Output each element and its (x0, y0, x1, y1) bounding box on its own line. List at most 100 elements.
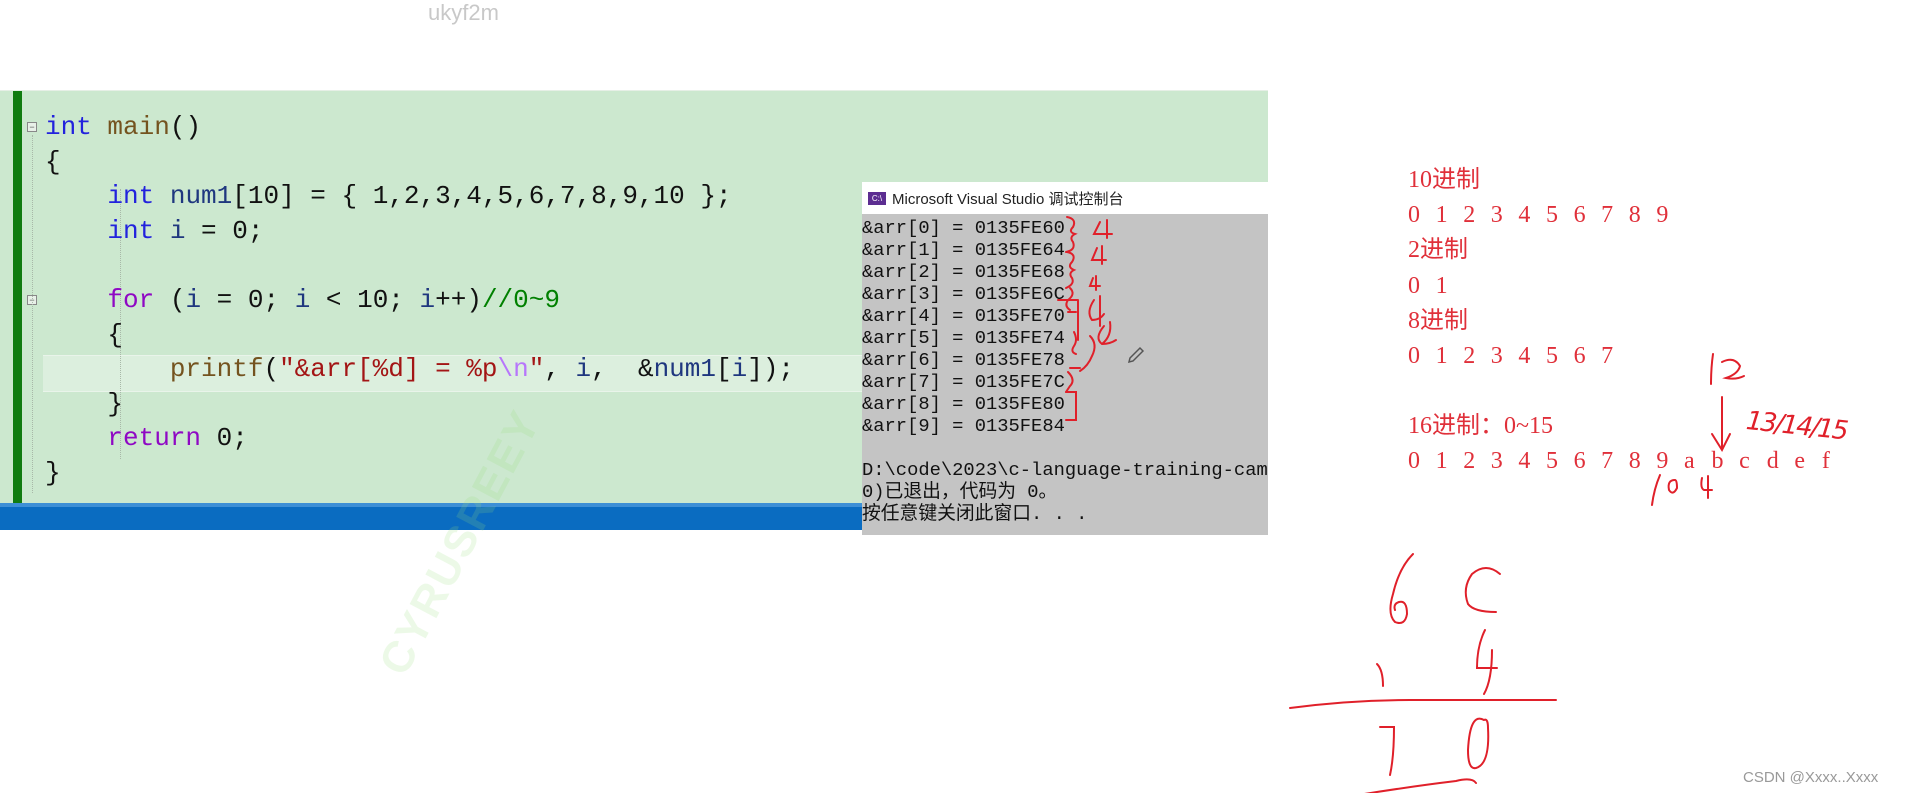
code-token: int (107, 181, 155, 212)
digit: b (1711, 448, 1724, 475)
code-token: [ (716, 354, 732, 385)
code-line[interactable]: int main() (0, 110, 794, 145)
code-line[interactable] (0, 248, 794, 283)
digit: a (1683, 448, 1695, 475)
digit: 4 (1518, 448, 1531, 475)
code-line[interactable]: for (i = 0; i < 10; i++)//0~9 (0, 283, 794, 318)
code-token: i (169, 215, 186, 246)
digit: 8 (1628, 202, 1641, 229)
digit: 1 (1435, 202, 1448, 229)
code-token: { (45, 319, 124, 350)
digit: 9 (1656, 202, 1669, 229)
hex-digits: 0123456789abcdef (1408, 444, 1850, 479)
digit: 9 (1656, 448, 1669, 475)
octal-label: 8进制 (1408, 307, 1468, 334)
code-token: i (419, 284, 436, 315)
octal-digits: 01234567 (1408, 339, 1850, 374)
console-line: 按任意键关闭此窗口. . . (862, 503, 1088, 525)
digit: 2 (1463, 448, 1476, 475)
code-token: return (107, 423, 202, 454)
code-token: ( (154, 284, 186, 315)
watermark-text: ukyf2m (428, 0, 499, 25)
code-token: 0; (201, 423, 248, 454)
code-line[interactable]: } (0, 456, 794, 491)
digit: 2 (1463, 342, 1476, 369)
digit: 0 (1408, 202, 1420, 229)
digit: 0 (1408, 272, 1420, 299)
console-line: 0)已退出，代码为 0。 (862, 481, 1058, 503)
code-line[interactable]: return 0; (0, 421, 794, 456)
code-line[interactable]: printf("&arr[%d] = %p\n", i, &num1[i]); (0, 352, 794, 387)
code-token: " (528, 354, 545, 385)
digit: 5 (1545, 448, 1558, 475)
code-token: < 10; (310, 284, 420, 315)
code-token: "&arr[%d] = %p (279, 354, 498, 385)
code-line[interactable]: int i = 0; (0, 214, 794, 249)
binary-digits: 01 (1408, 269, 1850, 304)
code-token: //0~9 (481, 284, 560, 315)
code-line[interactable]: { (0, 318, 794, 353)
digit: 7 (1601, 342, 1614, 369)
code-text[interactable]: int main(){ int num1[10] = { 1,2,3,4,5,6… (0, 110, 794, 491)
code-token: () (169, 112, 202, 142)
decimal-digits: 0123456789 (1408, 198, 1850, 233)
code-token: int (45, 112, 92, 142)
digit: 1 (1435, 448, 1448, 475)
footer-attribution: CSDN @Xxxx..Xxxx (1743, 769, 1879, 786)
digit: c (1739, 448, 1750, 475)
console-line: &arr[5] = 0135FE74 (862, 327, 1065, 349)
status-bar (0, 503, 862, 530)
digit: e (1794, 448, 1805, 475)
code-token: { (45, 146, 61, 177)
code-token: ]); (747, 354, 795, 385)
code-token: i (294, 284, 311, 315)
code-line[interactable]: { (0, 145, 794, 180)
code-token: } (45, 457, 61, 488)
hex-addition-sketch (1289, 553, 1557, 793)
console-line: &arr[6] = 0135FE78 (862, 349, 1065, 371)
code-token: \n (497, 354, 529, 385)
console-line: D:\code\2023\c-language-training-cam (862, 459, 1268, 481)
digit: 8 (1628, 448, 1641, 475)
console-line: &arr[8] = 0135FE80 (862, 393, 1065, 415)
console-line: &arr[4] = 0135FE70 (862, 305, 1065, 327)
digit: 4 (1518, 342, 1531, 369)
console-line: &arr[7] = 0135FE7C (862, 371, 1065, 393)
digit: 7 (1601, 202, 1614, 229)
code-token: i (185, 284, 202, 315)
debug-console-window[interactable]: C:\ Microsoft Visual Studio 调试控制台 &arr[0… (862, 182, 1268, 535)
code-token: i (575, 354, 592, 385)
console-output: &arr[0] = 0135FE60 &arr[1] = 0135FE64 &arr… (862, 214, 1268, 525)
digit: 0 (1408, 448, 1420, 475)
console-line: &arr[9] = 0135FE84 (862, 415, 1065, 437)
digit: 1 (1435, 272, 1448, 299)
code-token: i (731, 354, 748, 385)
code-token: = 0; (185, 215, 264, 246)
code-token: = 0; (201, 284, 295, 315)
vs-console-icon: C:\ (868, 191, 886, 205)
digit: 5 (1545, 342, 1558, 369)
code-token: num1 (169, 181, 233, 212)
console-line: &arr[3] = 0135FE6C (862, 283, 1065, 305)
console-title-bar[interactable]: C:\ Microsoft Visual Studio 调试控制台 (862, 182, 1268, 214)
console-line: &arr[0] = 0135FE60 (862, 217, 1065, 239)
code-token: , (544, 354, 576, 385)
digit: 0 (1408, 342, 1420, 369)
code-line[interactable]: } (0, 387, 794, 422)
console-title: Microsoft Visual Studio 调试控制台 (892, 190, 1124, 208)
code-line[interactable]: int num1[10] = { 1,2,3,4,5,6,7,8,9,10 }; (0, 179, 794, 214)
code-token: ++) (435, 284, 482, 315)
code-token: printf (169, 354, 264, 385)
binary-label: 2进制 (1408, 237, 1468, 264)
digit: 3 (1490, 202, 1503, 229)
digit: f (1821, 448, 1830, 475)
code-token: num1 (653, 354, 716, 385)
code-token: for (107, 284, 155, 315)
decimal-label: 10进制 (1408, 167, 1480, 193)
